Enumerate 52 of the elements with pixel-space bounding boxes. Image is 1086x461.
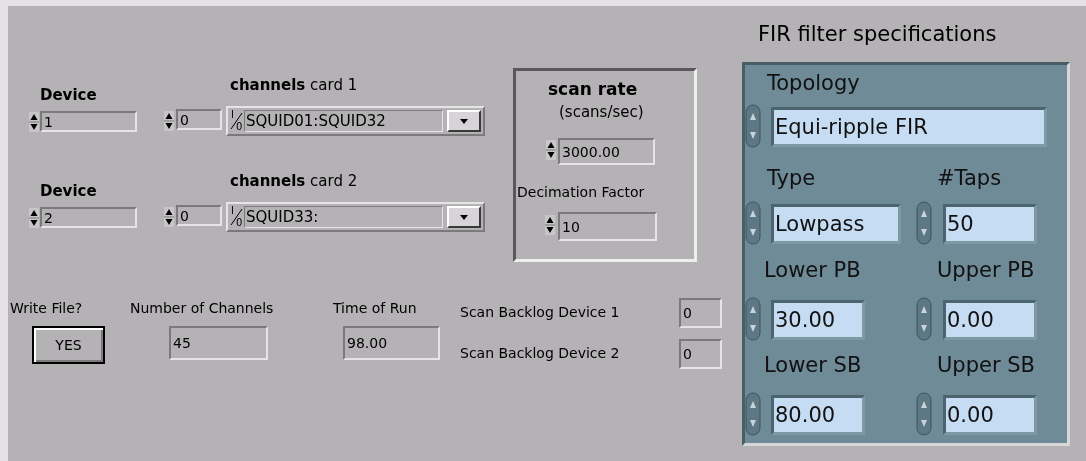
filter-label: Type [767,168,816,189]
filter-label: Topology [767,73,860,94]
filter-field[interactable]: 80.00 [771,395,865,435]
fir-title: FIR filter specifications [758,24,997,45]
caret-icon [460,118,468,124]
dropdown-button[interactable] [447,206,481,228]
channel-dropdown[interactable]: I 0 SQUID33: [226,202,485,232]
filter-label: Lower PB [764,260,861,281]
device-field[interactable]: 2 [40,207,137,228]
filter-field[interactable]: 0.00 [943,395,1037,435]
spinner-arrows-icon[interactable] [29,208,39,228]
scan-rate-title: scan rate [548,81,638,98]
number-of-channels-label: Number of Channels [130,301,274,315]
channels-label: channels card 2 [230,174,358,189]
filter-field[interactable]: Equi-ripple FIR [771,107,1047,147]
yes-button[interactable]: YES [32,326,105,364]
decimation-label: Decimation Factor [517,185,645,199]
scan-backlog-label: Scan Backlog Device 1 [460,305,620,319]
filter-field[interactable]: 50 [943,204,1037,244]
channels-label: channels card 1 [230,78,358,93]
time-of-run-field: 98.00 [343,326,440,360]
channel-dropdown[interactable]: I 0 SQUID01:SQUID32 [226,106,485,136]
number-of-channels-field: 45 [169,326,268,360]
scan-rate-unit: (scans/sec) [559,105,644,120]
spinner-arrows-icon[interactable] [29,112,39,132]
time-of-run-label: Time of Run [333,301,417,315]
spinner-arrows-icon[interactable] [164,207,174,227]
spinner-arrows-icon[interactable] [164,111,174,131]
device-label: Device [40,88,97,103]
filter-label: #Taps [937,168,1002,189]
filter-label: Lower SB [764,355,862,376]
write-file-label: Write File? [10,301,83,315]
scan-backlog-field: 0 [679,298,722,328]
index-field[interactable]: 0 [176,205,222,226]
filter-field[interactable]: 0.00 [943,300,1037,340]
index-field[interactable]: 0 [176,109,222,130]
scan-backlog-field: 0 [679,339,722,369]
device-label: Device [40,184,97,199]
scan-rate-field[interactable]: 3000.00 [558,138,655,165]
caret-icon [460,214,468,220]
filter-field[interactable]: Lowpass [771,204,901,244]
filter-field[interactable]: 30.00 [771,300,865,340]
filter-label: Upper PB [937,260,1035,281]
filter-label: Upper SB [937,355,1035,376]
io-mark: I 0 [230,110,243,132]
device-field[interactable]: 1 [40,111,137,132]
spinner-arrows-icon[interactable] [546,140,556,160]
dropdown-button[interactable] [447,110,481,132]
scan-backlog-label: Scan Backlog Device 2 [460,346,620,360]
spinner-arrows-icon[interactable] [545,215,555,235]
io-mark: I 0 [230,206,243,228]
decimation-field[interactable]: 10 [558,212,657,241]
